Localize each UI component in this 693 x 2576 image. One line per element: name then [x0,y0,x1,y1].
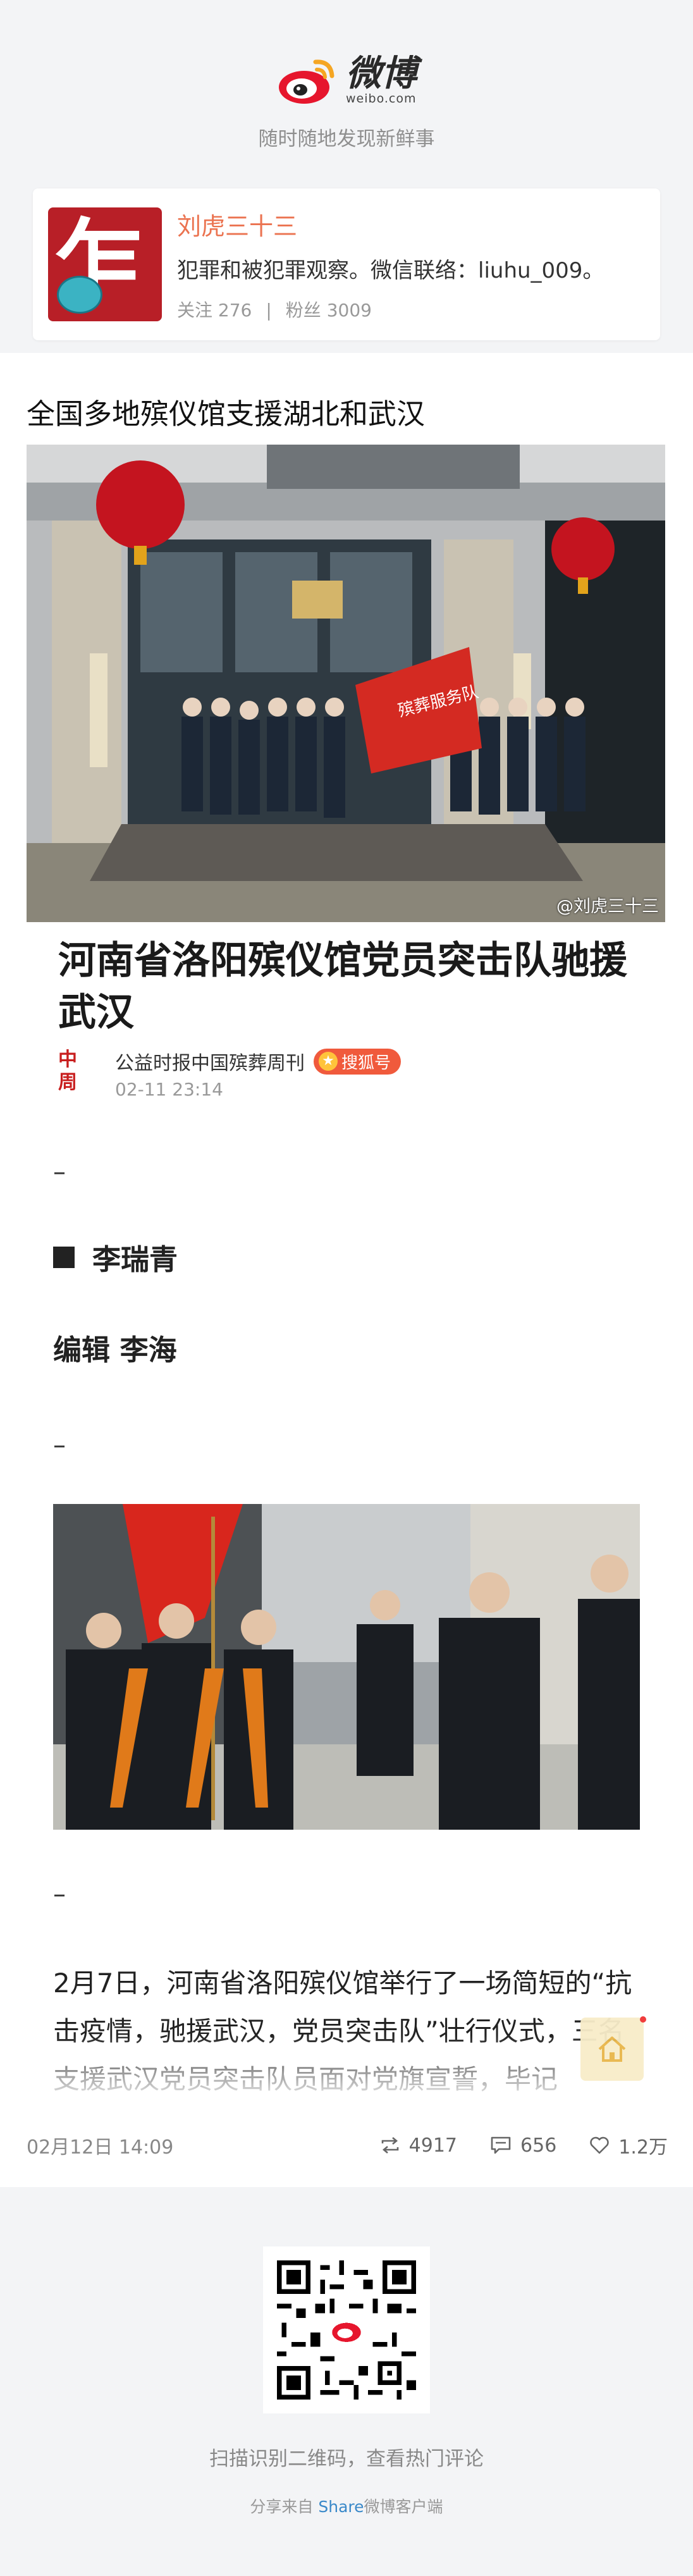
avatar[interactable]: 乍 [48,207,162,321]
badge-label: 搜狐号 [341,1053,391,1073]
like-button[interactable]: 1.2万 [589,2131,668,2159]
post-title: 全国多地殡仪馆支援湖北和武汉 [27,397,426,431]
post-meta: 02月12日 14:09 4917 656 1.2万 [27,2131,668,2159]
share-link[interactable]: Share [318,2498,364,2516]
qr-code-icon [277,2260,416,2400]
article-title: 河南省洛阳殡仪馆党员突击队驰援武汉 [58,939,627,1035]
weibo-logo-icon [279,59,334,104]
repost-icon [381,2137,398,2154]
share-attribution: 分享来自 Share微博客户端 [0,2494,693,2517]
weibo-logo[interactable]: 微博 weibo.com [0,56,693,106]
ceremony-photo-image [53,1504,640,1830]
profile-card[interactable]: 乍 刘虎三十三 犯罪和被犯罪观察。微信联络：liuhu_009。 关注 276 |… [33,188,660,340]
home-icon [598,2037,626,2062]
profile-stats: 关注 276 | 粉丝 3009 [177,297,604,322]
star-icon: ★ [319,1052,338,1071]
like-count: 1.2万 [618,2136,668,2159]
page-header: 微博 weibo.com 随时随地发现新鲜事 [0,0,693,183]
qr-code[interactable] [263,2246,430,2413]
profile-bio: 犯罪和被犯罪观察。微信联络：liuhu_009。 [177,258,604,283]
followers-count[interactable]: 粉丝 3009 [286,300,372,321]
tagline: 随时随地发现新鲜事 [258,128,435,151]
bullet-square-icon [53,1246,75,1268]
comment-icon [491,2136,511,2154]
logo-text: 微博 [346,53,417,94]
home-button[interactable] [580,2018,644,2081]
source-badge: ★ 搜狐号 [314,1048,402,1075]
notification-dot [640,2016,646,2023]
stats-separator: | [266,300,272,321]
post-date: 02月12日 14:09 [27,2136,174,2159]
logo-url: weibo.com [346,92,417,106]
comment-count: 656 [520,2134,557,2157]
repost-button[interactable]: 4917 [380,2135,457,2157]
source-logo: 中周 [58,1048,77,1094]
photo-watermark: @刘虎三十三 [556,897,659,916]
group-photo-image: 殡葬服务队 [27,445,665,922]
separator-dash: – [53,1880,66,1909]
post-photo-group[interactable]: 殡葬服务队 @刘虎三十三 [27,445,665,922]
article-source[interactable]: 中周 公益时报中国殡葬周刊 ★ 搜狐号 02-11 23:14 [58,1047,402,1100]
post-photo-ceremony[interactable] [53,1504,640,1830]
separator-dash: – [53,1431,66,1460]
separator-dash: – [53,1157,66,1186]
article-editor: 编辑 李海 [53,1333,177,1367]
source-date: 02-11 23:14 [115,1079,223,1100]
share-prefix: 分享来自 [250,2498,314,2516]
qr-caption: 扫描识别二维码，查看热门评论 [209,2448,484,2470]
repost-count: 4917 [408,2134,458,2157]
following-count[interactable]: 关注 276 [177,300,252,321]
source-name[interactable]: 公益时报中国殡葬周刊 [115,1047,305,1075]
like-icon [590,2136,610,2154]
profile-name[interactable]: 刘虎三十三 [177,207,604,242]
author-name: 李瑞青 [92,1243,178,1276]
article-author: 李瑞青 [53,1236,178,1278]
comment-button[interactable]: 656 [490,2135,556,2157]
share-suffix: 微博客户端 [364,2498,443,2516]
